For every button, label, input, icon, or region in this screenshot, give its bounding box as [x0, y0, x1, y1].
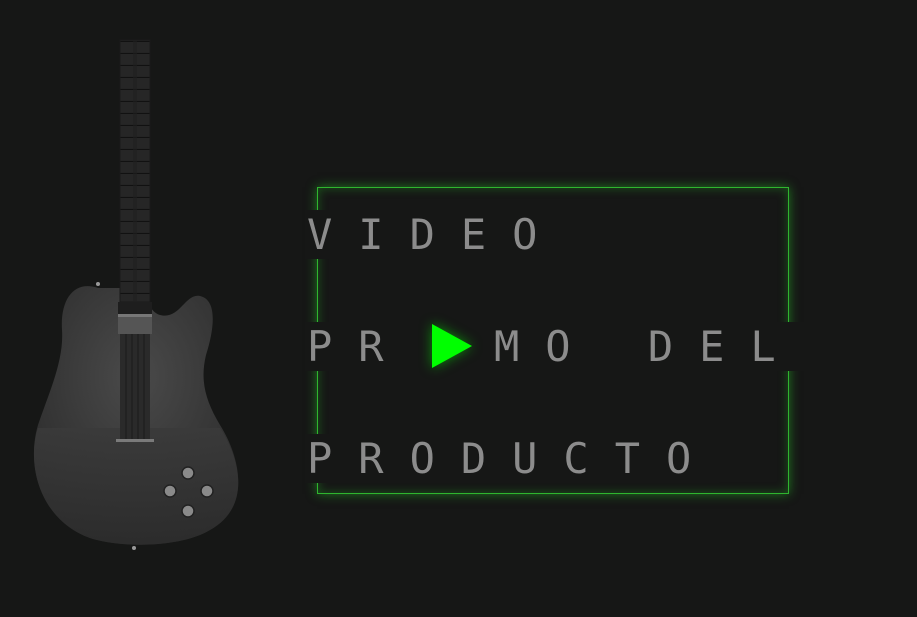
promo-title-line-2-left: PR: [305, 322, 412, 371]
promo-title-line-2-right: MO DEL: [492, 322, 804, 371]
promo-title-line-1: VIDEO: [305, 210, 566, 259]
promo-title-line-2-right-wrap: MO DEL: [492, 322, 804, 371]
play-icon: [432, 324, 472, 368]
promo-title-line-2: PR: [305, 322, 412, 371]
promo-title-line-3: PRODUCTO: [305, 434, 720, 483]
play-button[interactable]: [428, 322, 474, 370]
guitar-illustration: [33, 39, 239, 550]
